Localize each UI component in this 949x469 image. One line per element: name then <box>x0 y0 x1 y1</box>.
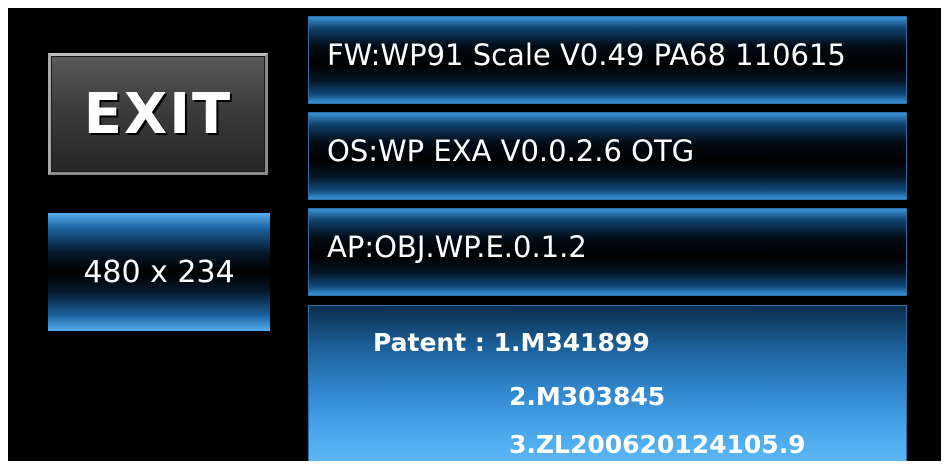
resolution-display: 480 x 234 <box>48 213 270 331</box>
patent-line: 2.M303845 <box>509 382 666 411</box>
app-version-text: AP:OBJ.WP.E.0.1.2 <box>327 230 587 264</box>
patent-line: 3.ZL200620124105.9 <box>509 430 806 459</box>
resolution-text: 480 x 234 <box>83 254 235 290</box>
patent-line: Patent : 1.M341899 <box>373 328 650 357</box>
exit-button-label: EXIT <box>83 81 233 147</box>
os-version-text: OS:WP EXA V0.0.2.6 OTG <box>327 134 695 168</box>
exit-button[interactable]: EXIT <box>48 53 268 175</box>
patent-panel: Patent : 1.M341899 2.M303845 3.ZL2006201… <box>308 305 907 461</box>
device-info-screen: EXIT 480 x 234 FW:WP91 Scale V0.49 PA68 … <box>8 8 941 461</box>
firmware-version-text: FW:WP91 Scale V0.49 PA68 110615 <box>327 38 846 72</box>
firmware-version-bar: FW:WP91 Scale V0.49 PA68 110615 <box>308 16 907 104</box>
os-version-bar: OS:WP EXA V0.0.2.6 OTG <box>308 112 907 200</box>
app-version-bar: AP:OBJ.WP.E.0.1.2 <box>308 208 907 296</box>
